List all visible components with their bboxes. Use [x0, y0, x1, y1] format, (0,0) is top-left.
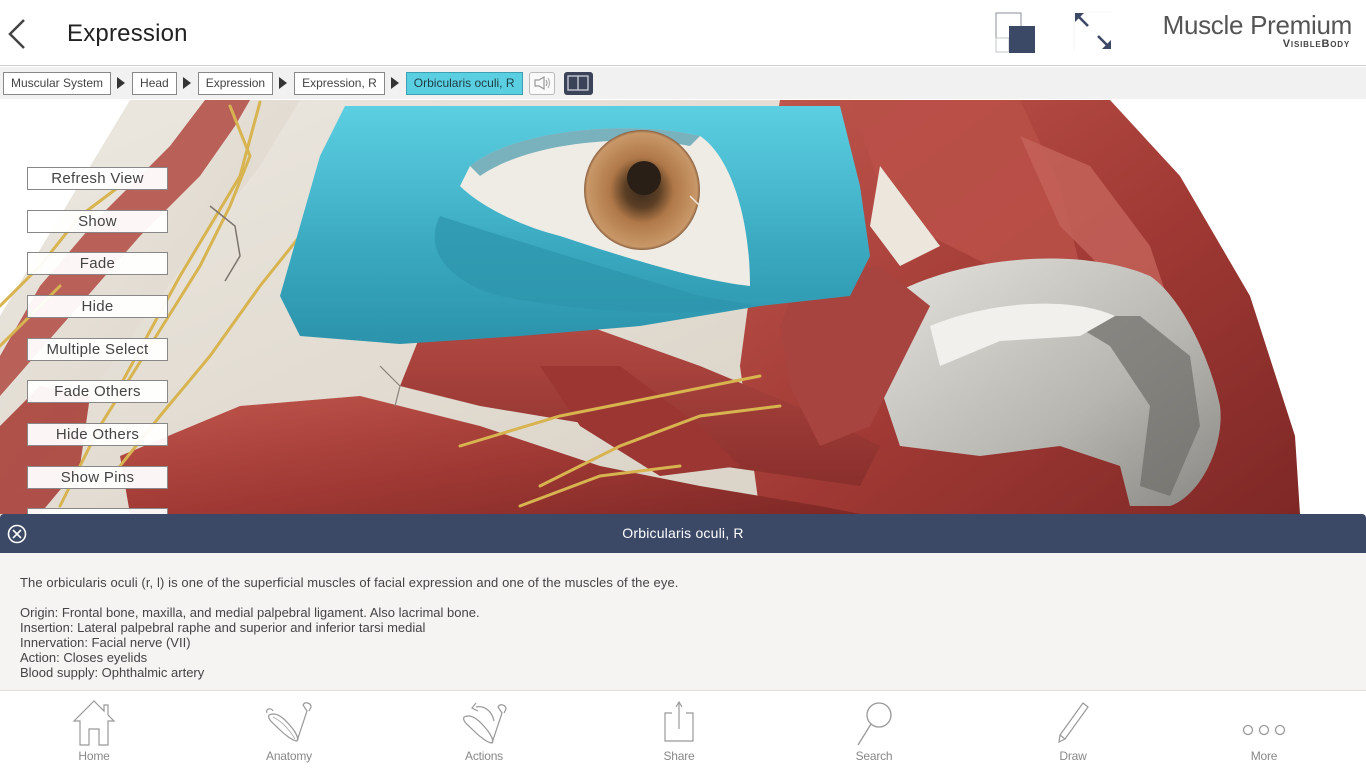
show-button[interactable]: Show [27, 210, 168, 233]
toolbar-more[interactable]: More [1219, 691, 1309, 768]
toolbar-search-label: Search [855, 749, 893, 763]
fade-others-button[interactable]: Fade Others [27, 380, 168, 403]
search-icon [857, 702, 892, 746]
speaker-icon [533, 76, 550, 90]
fullscreen-button[interactable] [1072, 10, 1114, 52]
info-panel-header: Orbicularis oculi, R [0, 514, 1366, 553]
breadcrumb-separator-icon [279, 77, 288, 89]
breadcrumb-item-orbicularis-oculi-r[interactable]: Orbicularis oculi, R [405, 71, 523, 95]
bottom-toolbar: Home Anatomy Actions Share Search Draw M… [0, 690, 1366, 768]
back-button[interactable] [4, 16, 30, 52]
breadcrumb: Muscular System Head Expression Expressi… [0, 67, 1366, 99]
toolbar-home[interactable]: Home [49, 691, 139, 768]
chevron-left-icon [8, 19, 25, 49]
info-panel-body: The orbicularis oculi (r, l) is one of t… [0, 553, 1366, 690]
home-icon [72, 700, 116, 746]
toolbar-home-label: Home [78, 749, 110, 763]
toolbar-search[interactable]: Search [829, 691, 919, 768]
toolbar-more-label: More [1250, 749, 1278, 763]
breadcrumb-separator-icon [182, 77, 191, 89]
toolbar-share-label: Share [663, 749, 695, 763]
breadcrumb-item-expression[interactable]: Expression [197, 71, 274, 95]
breadcrumb-item-muscular-system[interactable]: Muscular System [3, 71, 112, 95]
hide-button[interactable]: Hide [27, 295, 168, 318]
reference-book-button[interactable] [563, 71, 593, 95]
toolbar-draw-label: Draw [1059, 749, 1087, 763]
draw-pencil-icon [1058, 702, 1089, 744]
breadcrumb-item-expression-r[interactable]: Expression, R [294, 71, 385, 95]
toolbar-anatomy[interactable]: Anatomy [244, 691, 334, 768]
brand-logo: Muscle Premium VisibleBody [1162, 10, 1353, 50]
breadcrumb-item-head[interactable]: Head [132, 71, 177, 95]
more-dots-icon [1242, 724, 1286, 736]
muscle-blood-supply: Blood supply: Ophthalmic artery [20, 665, 205, 680]
info-panel-title: Orbicularis oculi, R [622, 525, 744, 541]
expand-arrows-icon [1073, 11, 1112, 50]
brand-title: Muscle Premium [1162, 10, 1353, 40]
muscle-action: Action: Closes eyelids [20, 650, 148, 665]
breadcrumb-separator-icon [390, 77, 399, 89]
refresh-view-button[interactable]: Refresh View [27, 167, 168, 190]
multiple-select-button[interactable]: Multiple Select [27, 338, 168, 361]
book-icon [567, 75, 589, 91]
muscle-description: The orbicularis oculi (r, l) is one of t… [20, 575, 679, 590]
muscle-origin: Origin: Frontal bone, maxilla, and media… [20, 605, 480, 620]
layers-button[interactable] [995, 12, 1037, 54]
muscle-innervation: Innervation: Facial nerve (VII) [20, 635, 191, 650]
hide-others-button[interactable]: Hide Others [27, 423, 168, 446]
toolbar-share[interactable]: Share [634, 691, 724, 768]
toolbar-anatomy-label: Anatomy [266, 749, 312, 763]
anatomy-icon [266, 702, 312, 742]
muscle-insertion: Insertion: Lateral palpebral raphe and s… [20, 620, 426, 635]
toolbar-actions[interactable]: Actions [439, 691, 529, 768]
breadcrumb-separator-icon [117, 77, 126, 89]
share-icon [664, 700, 694, 742]
show-pins-button[interactable]: Show Pins [27, 466, 168, 489]
actions-icon [463, 702, 507, 744]
toolbar-draw[interactable]: Draw [1028, 691, 1118, 768]
app-header: Expression Muscle Premium VisibleBody [0, 0, 1366, 66]
page-title: Expression [67, 20, 188, 47]
pronunciation-audio-button[interactable] [528, 71, 555, 95]
layers-icon [995, 12, 1035, 53]
fade-button[interactable]: Fade [27, 252, 168, 275]
toolbar-actions-label: Actions [465, 749, 503, 763]
